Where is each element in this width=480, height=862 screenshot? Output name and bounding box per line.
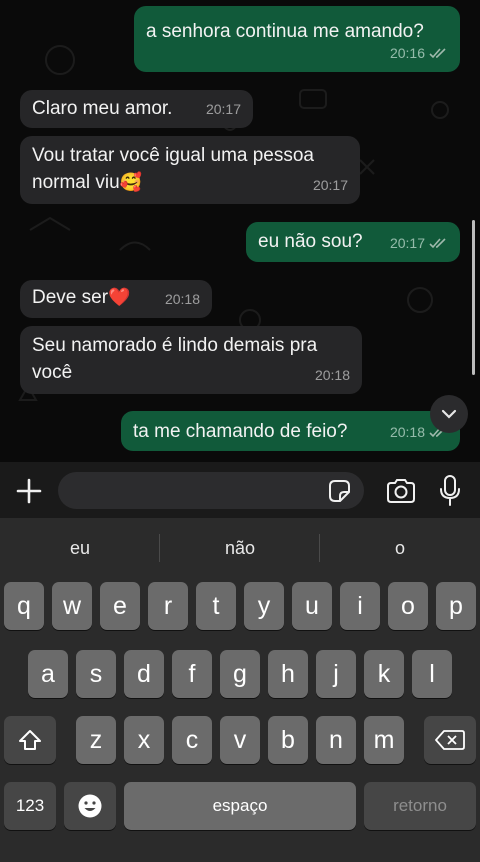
shift-arrow-icon [19, 730, 41, 750]
message-text: a senhora continua me amando? [146, 21, 424, 42]
message-outgoing[interactable]: eu não sou? 20:17 [246, 222, 460, 262]
key[interactable]: e [100, 582, 140, 630]
message-text: Claro meu amor. [32, 98, 173, 119]
emoji-face-icon [78, 794, 102, 818]
message-meta: 20:17 [313, 172, 348, 199]
microphone-icon[interactable] [438, 474, 462, 508]
key[interactable]: n [316, 716, 356, 764]
suggestion-item[interactable]: não [160, 518, 320, 578]
chevron-down-icon [441, 409, 457, 419]
key[interactable]: g [220, 650, 260, 698]
space-key[interactable]: espaço [124, 782, 356, 830]
key[interactable]: d [124, 650, 164, 698]
backspace-icon [435, 730, 465, 750]
key[interactable]: w [52, 582, 92, 630]
key[interactable]: m [364, 716, 404, 764]
message-outgoing[interactable]: a senhora continua me amando? 20:16 [134, 6, 460, 72]
message-meta: 20:17 [206, 96, 241, 123]
key[interactable]: p [436, 582, 476, 630]
message-incoming[interactable]: Vou tratar você igual uma pessoa normal … [20, 136, 360, 204]
return-key[interactable]: retorno [364, 782, 476, 830]
chat-scrollbar[interactable] [472, 220, 475, 375]
key[interactable]: k [364, 650, 404, 698]
message-time: 20:18 [314, 367, 350, 383]
suggestion-item[interactable]: o [320, 518, 480, 578]
key[interactable]: l [412, 650, 452, 698]
message-incoming[interactable]: Claro meu amor. 20:17 [20, 90, 253, 128]
message-composer [0, 462, 480, 518]
message-text-line1: Seu namorado é lindo demais pra [32, 335, 318, 356]
key[interactable]: s [76, 650, 116, 698]
camera-icon[interactable] [385, 476, 417, 506]
numbers-key[interactable]: 123 [4, 782, 56, 830]
key[interactable]: a [28, 650, 68, 698]
read-ticks-icon [429, 238, 446, 249]
key[interactable]: f [172, 650, 212, 698]
chat-area: a senhora continua me amando? 20:16 Clar… [0, 0, 480, 462]
suggestion-bar: eu não o [0, 518, 480, 578]
message-time: 20:18 [389, 424, 425, 440]
message-text-line2: você [32, 362, 73, 383]
message-text: Deve ser [32, 287, 109, 308]
key[interactable]: y [244, 582, 284, 630]
red-heart-emoji: ❤️ [108, 287, 131, 307]
message-text: ta me chamando de feio? [133, 421, 348, 442]
key[interactable]: c [172, 716, 212, 764]
message-text-line1: Vou tratar você igual uma pessoa [32, 145, 315, 166]
plus-icon[interactable] [14, 476, 44, 506]
message-time: 20:16 [389, 45, 425, 61]
message-incoming[interactable]: Deve ser❤️ 20:18 [20, 280, 212, 318]
key[interactable]: i [340, 582, 380, 630]
key[interactable]: q [4, 582, 44, 630]
key[interactable]: r [148, 582, 188, 630]
message-time: 20:18 [164, 291, 200, 307]
shift-key[interactable] [4, 716, 56, 764]
key[interactable]: u [292, 582, 332, 630]
on-screen-keyboard: eu não o q w e r t y u i o p a s d f g h… [0, 518, 480, 862]
smiling-hearts-emoji: 🥰 [119, 172, 143, 192]
scroll-to-bottom-button[interactable] [430, 395, 468, 433]
message-text: eu não sou? [258, 231, 363, 252]
key[interactable]: b [268, 716, 308, 764]
key[interactable]: x [124, 716, 164, 764]
message-text-line2-wrap: normal viu🥰 [32, 169, 142, 196]
message-time: 20:17 [205, 101, 241, 117]
key[interactable]: z [76, 716, 116, 764]
message-meta: 20:17 [390, 230, 448, 257]
key[interactable]: v [220, 716, 260, 764]
message-meta: 20:18 [165, 286, 200, 313]
message-incoming[interactable]: Seu namorado é lindo demais pra você 20:… [20, 326, 362, 394]
message-time: 20:17 [312, 177, 348, 193]
read-ticks-icon [429, 48, 446, 59]
message-meta: 20:16 [390, 40, 448, 67]
key[interactable]: o [388, 582, 428, 630]
message-meta: 20:18 [315, 362, 350, 389]
message-text-line2: normal viu [32, 172, 120, 193]
message-outgoing[interactable]: ta me chamando de feio? 20:18 [121, 411, 460, 451]
key[interactable]: t [196, 582, 236, 630]
key[interactable]: h [268, 650, 308, 698]
message-input[interactable] [58, 472, 364, 509]
message-time: 20:17 [389, 235, 425, 251]
backspace-key[interactable] [424, 716, 476, 764]
message-text-wrap: Deve ser❤️ [32, 284, 130, 311]
sticker-icon[interactable] [326, 478, 352, 504]
key[interactable]: j [316, 650, 356, 698]
emoji-key[interactable] [64, 782, 116, 830]
suggestion-item[interactable]: eu [0, 518, 160, 578]
